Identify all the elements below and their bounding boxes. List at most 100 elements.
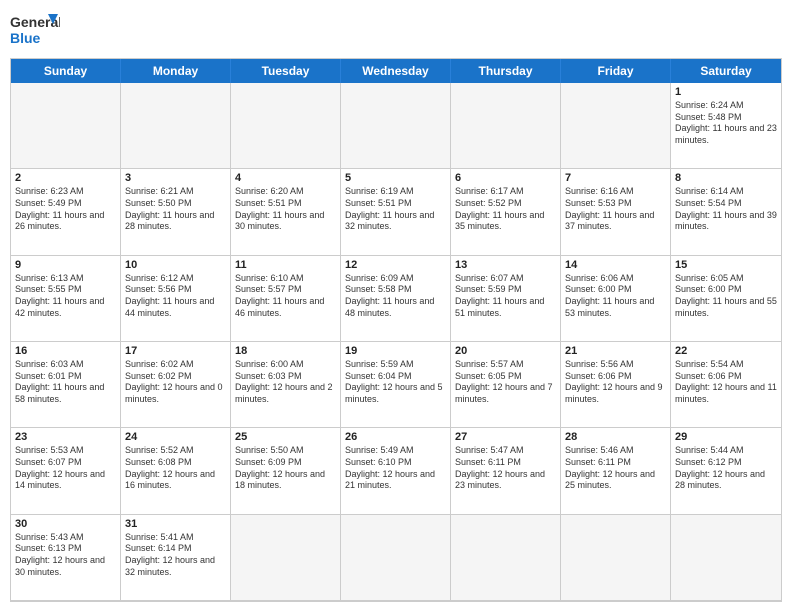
day-details: Sunrise: 6:10 AM Sunset: 5:57 PM Dayligh… (235, 273, 336, 320)
day-number: 30 (15, 518, 116, 530)
calendar-day-31: 31 Sunrise: 5:41 AM Sunset: 6:14 PM Dayli… (121, 515, 231, 601)
calendar-day-16: 16Sunrise: 6:03 AM Sunset: 6:01 PM Dayli… (11, 342, 121, 428)
day-details: Sunrise: 6:06 AM Sunset: 6:00 PM Dayligh… (565, 273, 666, 320)
calendar-day-10: 10 Sunrise: 6:12 AM Sunset: 5:56 PM Dayli… (121, 256, 231, 342)
day-details: Sunrise: 5:57 AM Sunset: 6:05 PM Dayligh… (455, 359, 556, 406)
day-number: 7 (565, 172, 666, 184)
day-number: 29 (675, 431, 777, 443)
calendar-day-25: 25 Sunrise: 5:50 AM Sunset: 6:09 PM Dayli… (231, 428, 341, 514)
calendar-day-3: 3 Sunrise: 6:21 AM Sunset: 5:50 PM Daylig… (121, 169, 231, 255)
calendar-day-4: 4 Sunrise: 6:20 AM Sunset: 5:51 PM Daylig… (231, 169, 341, 255)
calendar-empty-cell (671, 515, 781, 601)
day-number: 22 (675, 345, 777, 357)
day-number: 27 (455, 431, 556, 443)
day-number: 15 (675, 259, 777, 271)
calendar-day-11: 11 Sunrise: 6:10 AM Sunset: 5:57 PM Dayli… (231, 256, 341, 342)
day-number: 20 (455, 345, 556, 357)
calendar-empty-cell (451, 515, 561, 601)
calendar-day-24: 24Sunrise: 5:52 AM Sunset: 6:08 PM Dayli… (121, 428, 231, 514)
day-number: 8 (675, 172, 777, 184)
day-details: Sunrise: 6:23 AM Sunset: 5:49 PM Dayligh… (15, 186, 116, 233)
day-header-friday: Friday (561, 59, 671, 83)
day-details: Sunrise: 5:50 AM Sunset: 6:09 PM Dayligh… (235, 445, 336, 492)
day-number: 6 (455, 172, 556, 184)
calendar-day-19: 19 Sunrise: 5:59 AM Sunset: 6:04 PM Dayli… (341, 342, 451, 428)
day-number: 5 (345, 172, 446, 184)
day-number: 9 (15, 259, 116, 271)
day-details: Sunrise: 5:47 AM Sunset: 6:11 PM Dayligh… (455, 445, 556, 492)
calendar-header: SundayMondayTuesdayWednesdayThursdayFrid… (11, 59, 781, 83)
day-number: 11 (235, 259, 336, 271)
calendar-day-6: 6 Sunrise: 6:17 AM Sunset: 5:52 PM Daylig… (451, 169, 561, 255)
day-number: 2 (15, 172, 116, 184)
day-number: 19 (345, 345, 446, 357)
day-header-wednesday: Wednesday (341, 59, 451, 83)
calendar-body: 1Sunrise: 6:24 AM Sunset: 5:48 PM Daylig… (11, 83, 781, 601)
day-details: Sunrise: 5:46 AM Sunset: 6:11 PM Dayligh… (565, 445, 666, 492)
day-details: Sunrise: 6:14 AM Sunset: 5:54 PM Dayligh… (675, 186, 777, 233)
calendar-day-5: 5 Sunrise: 6:19 AM Sunset: 5:51 PM Daylig… (341, 169, 451, 255)
day-details: Sunrise: 5:41 AM Sunset: 6:14 PM Dayligh… (125, 532, 226, 579)
day-number: 26 (345, 431, 446, 443)
calendar-day-27: 27 Sunrise: 5:47 AM Sunset: 6:11 PM Dayli… (451, 428, 561, 514)
day-details: Sunrise: 6:09 AM Sunset: 5:58 PM Dayligh… (345, 273, 446, 320)
day-number: 24 (125, 431, 226, 443)
day-number: 25 (235, 431, 336, 443)
svg-text:Blue: Blue (10, 30, 41, 46)
day-number: 28 (565, 431, 666, 443)
day-details: Sunrise: 5:56 AM Sunset: 6:06 PM Dayligh… (565, 359, 666, 406)
calendar-day-21: 21 Sunrise: 5:56 AM Sunset: 6:06 PM Dayli… (561, 342, 671, 428)
calendar-empty-cell (11, 83, 121, 169)
calendar-day-30: 30Sunrise: 5:43 AM Sunset: 6:13 PM Dayli… (11, 515, 121, 601)
calendar-day-17: 17Sunrise: 6:02 AM Sunset: 6:02 PM Dayli… (121, 342, 231, 428)
day-number: 4 (235, 172, 336, 184)
calendar-empty-cell (561, 515, 671, 601)
calendar-empty-cell (341, 515, 451, 601)
day-details: Sunrise: 5:49 AM Sunset: 6:10 PM Dayligh… (345, 445, 446, 492)
day-number: 23 (15, 431, 116, 443)
day-details: Sunrise: 6:02 AM Sunset: 6:02 PM Dayligh… (125, 359, 226, 406)
day-number: 12 (345, 259, 446, 271)
calendar-day-29: 29 Sunrise: 5:44 AM Sunset: 6:12 PM Dayli… (671, 428, 781, 514)
calendar-day-14: 14Sunrise: 6:06 AM Sunset: 6:00 PM Dayli… (561, 256, 671, 342)
day-details: Sunrise: 6:13 AM Sunset: 5:55 PM Dayligh… (15, 273, 116, 320)
calendar-day-20: 20 Sunrise: 5:57 AM Sunset: 6:05 PM Dayli… (451, 342, 561, 428)
day-number: 3 (125, 172, 226, 184)
calendar-day-8: 8 Sunrise: 6:14 AM Sunset: 5:54 PM Daylig… (671, 169, 781, 255)
day-details: Sunrise: 5:53 AM Sunset: 6:07 PM Dayligh… (15, 445, 116, 492)
day-number: 16 (15, 345, 116, 357)
day-number: 10 (125, 259, 226, 271)
day-details: Sunrise: 6:16 AM Sunset: 5:53 PM Dayligh… (565, 186, 666, 233)
day-details: Sunrise: 5:59 AM Sunset: 6:04 PM Dayligh… (345, 359, 446, 406)
calendar: SundayMondayTuesdayWednesdayThursdayFrid… (10, 58, 782, 602)
day-header-thursday: Thursday (451, 59, 561, 83)
day-details: Sunrise: 5:54 AM Sunset: 6:06 PM Dayligh… (675, 359, 777, 406)
day-number: 18 (235, 345, 336, 357)
day-details: Sunrise: 6:05 AM Sunset: 6:00 PM Dayligh… (675, 273, 777, 320)
day-details: Sunrise: 6:24 AM Sunset: 5:48 PM Dayligh… (675, 100, 777, 147)
calendar-day-18: 18Sunrise: 6:00 AM Sunset: 6:03 PM Dayli… (231, 342, 341, 428)
calendar-empty-cell (561, 83, 671, 169)
header: GeneralBlue (10, 10, 782, 50)
day-header-monday: Monday (121, 59, 231, 83)
day-details: Sunrise: 6:20 AM Sunset: 5:51 PM Dayligh… (235, 186, 336, 233)
calendar-empty-cell (121, 83, 231, 169)
day-number: 21 (565, 345, 666, 357)
calendar-day-7: 7 Sunrise: 6:16 AM Sunset: 5:53 PM Daylig… (561, 169, 671, 255)
calendar-day-1: 1Sunrise: 6:24 AM Sunset: 5:48 PM Daylig… (671, 83, 781, 169)
logo: GeneralBlue (10, 10, 60, 50)
day-number: 31 (125, 518, 226, 530)
day-details: Sunrise: 6:07 AM Sunset: 5:59 PM Dayligh… (455, 273, 556, 320)
day-details: Sunrise: 5:44 AM Sunset: 6:12 PM Dayligh… (675, 445, 777, 492)
day-details: Sunrise: 6:19 AM Sunset: 5:51 PM Dayligh… (345, 186, 446, 233)
day-details: Sunrise: 6:21 AM Sunset: 5:50 PM Dayligh… (125, 186, 226, 233)
day-details: Sunrise: 6:17 AM Sunset: 5:52 PM Dayligh… (455, 186, 556, 233)
calendar-day-15: 15 Sunrise: 6:05 AM Sunset: 6:00 PM Dayli… (671, 256, 781, 342)
day-number: 13 (455, 259, 556, 271)
day-header-saturday: Saturday (671, 59, 781, 83)
calendar-day-13: 13 Sunrise: 6:07 AM Sunset: 5:59 PM Dayli… (451, 256, 561, 342)
calendar-day-2: 2 Sunrise: 6:23 AM Sunset: 5:49 PM Daylig… (11, 169, 121, 255)
day-header-sunday: Sunday (11, 59, 121, 83)
day-details: Sunrise: 6:12 AM Sunset: 5:56 PM Dayligh… (125, 273, 226, 320)
calendar-day-26: 26 Sunrise: 5:49 AM Sunset: 6:10 PM Dayli… (341, 428, 451, 514)
